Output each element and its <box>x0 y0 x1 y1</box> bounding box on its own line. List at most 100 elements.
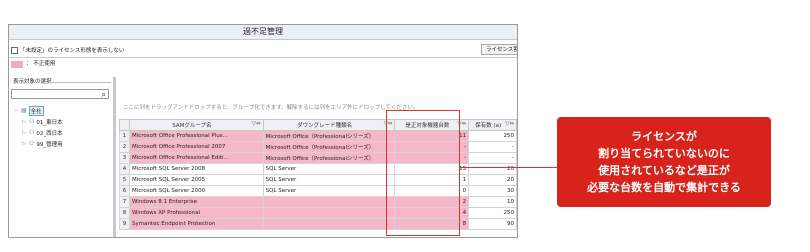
column-header-label: SAMグループ名 <box>172 123 212 129</box>
legend-swatch <box>11 61 23 68</box>
filter-icon[interactable]: ▽⇔ <box>505 121 514 127</box>
divider <box>9 57 517 58</box>
table-row[interactable]: 6 Microsoft SQL Server 2000 SQL Server 0… <box>119 185 517 197</box>
collapse-icon[interactable]: − <box>13 108 19 114</box>
tree-node-all[interactable]: − ▤ 全社 <box>13 105 111 116</box>
window-title: 過不足管理 <box>9 25 517 40</box>
hide-unset-option[interactable]: 「未設定」のライセンス形態を表示しない <box>11 46 124 54</box>
downgrade-cell[interactable]: Microsoft Office（Professionalシリーズ） <box>262 130 396 142</box>
column-header-label: 保有数 (a) <box>475 123 502 129</box>
table-row[interactable]: 5 Microsoft SQL Server 2005 SQL Server 1… <box>119 174 517 186</box>
downgrade-cell[interactable] <box>262 196 396 208</box>
correction-count-cell[interactable]: 4 <box>394 207 470 219</box>
pane-splitter[interactable] <box>113 77 116 237</box>
pane-title: 表示対象の選択 <box>13 79 52 85</box>
column-header-sam-group[interactable]: SAMグループ名 ▽⇔ <box>128 119 264 131</box>
downgrade-cell[interactable]: SQL Server <box>262 174 396 186</box>
tree-node-east[interactable]: ▷ ⚇ 01_東日本 <box>13 116 111 127</box>
filter-icon[interactable]: ▽⇔ <box>384 121 393 127</box>
pane-title-rule <box>49 82 111 83</box>
group-icon: ⚇ <box>29 118 35 125</box>
table-row[interactable]: 7 Windows 8.1 Enterprise 2 10 <box>119 196 517 208</box>
row-number: 4 <box>119 163 130 175</box>
sam-group-cell[interactable]: Microsoft Office Professional 2007 <box>128 141 264 153</box>
tree-node-label: 01_東日本 <box>36 119 63 126</box>
downgrade-cell[interactable] <box>262 218 396 230</box>
downgrade-cell[interactable]: SQL Server <box>262 163 396 175</box>
column-header-label: ダウングレード種類名 <box>297 123 353 129</box>
group-by-hint[interactable]: ここに列をドラッグアンドドロップすると、グループ化できます。解除するには列をエリ… <box>123 103 418 111</box>
row-number: 1 <box>119 130 130 142</box>
sam-group-cell[interactable]: Symantec Endpoint Protection <box>128 218 264 230</box>
downgrade-cell[interactable]: Microsoft Office（Professionalシリーズ） <box>262 152 396 164</box>
owned-cell[interactable]: 10 <box>468 196 517 208</box>
table-row[interactable]: 9 Symantec Endpoint Protection 8 90 <box>119 218 517 230</box>
table-row[interactable]: 3 Microsoft Office Professional Editi… M… <box>119 152 517 164</box>
owned-cell[interactable]: - <box>468 152 517 164</box>
correction-count-cell[interactable]: 11 <box>394 130 470 142</box>
row-number: 5 <box>119 174 130 186</box>
owned-cell[interactable]: 90 <box>468 218 517 230</box>
row-number: 9 <box>119 218 130 230</box>
license-grid: SAMグループ名 ▽⇔ ダウングレード種類名 ▽⇔ 是正対象機器台数 ▽⇔ 保有… <box>119 119 517 230</box>
column-header-downgrade[interactable]: ダウングレード種類名 ▽⇔ <box>262 119 396 131</box>
callout-line: ライセンスが <box>631 130 697 143</box>
hide-unset-label: 「未設定」のライセンス形態を表示しない <box>20 48 125 54</box>
correction-count-cell[interactable]: - <box>394 141 470 153</box>
sam-group-cell[interactable]: Microsoft SQL Server 2000 <box>128 185 264 197</box>
row-number: 7 <box>119 196 130 208</box>
sam-group-cell[interactable]: Windows 8.1 Enterprise <box>128 196 264 208</box>
owned-cell[interactable]: 250 <box>468 207 517 219</box>
group-icon: ⚇ <box>29 140 35 147</box>
legend-label: ： 不正使用 <box>26 61 56 67</box>
license-window: 過不足管理 「未設定」のライセンス形態を表示しない ライセンス割 ： 不正使用 … <box>8 24 518 238</box>
owned-cell[interactable]: 30 <box>468 185 517 197</box>
correction-count-cell[interactable]: 1 <box>394 174 470 186</box>
owned-cell[interactable]: - <box>468 141 517 153</box>
tree-node-west[interactable]: ▷ ⚇ 02_西日本 <box>13 127 111 138</box>
correction-count-cell[interactable]: - <box>394 152 470 164</box>
owned-cell[interactable]: 250 <box>468 130 517 142</box>
filter-icon[interactable]: ▽⇔ <box>457 121 466 127</box>
expand-icon[interactable]: ▷ <box>21 130 27 136</box>
table-row[interactable]: 8 Windows XP Professional 4 250 <box>119 207 517 219</box>
table-row[interactable]: 2 Microsoft Office Professional 2007 Mic… <box>119 141 517 153</box>
row-number: 3 <box>119 152 130 164</box>
table-row[interactable]: 1 Microsoft Office Professional Plus… Mi… <box>119 130 517 142</box>
sam-group-cell[interactable]: Microsoft Office Professional Editi… <box>128 152 264 164</box>
search-icon[interactable]: ⌕ <box>102 90 106 99</box>
correction-count-cell[interactable]: 2 <box>394 196 470 208</box>
correction-count-cell[interactable]: 0 <box>394 185 470 197</box>
tree-node-admin[interactable]: ▷ ⚇ 99_管理用 <box>13 138 111 149</box>
tree-node-label: 02_西日本 <box>36 130 63 137</box>
expand-icon[interactable]: ▷ <box>21 119 27 125</box>
group-icon: ⚇ <box>29 129 35 136</box>
downgrade-cell[interactable]: Microsoft Office（Professionalシリーズ） <box>262 141 396 153</box>
sam-group-cell[interactable]: Microsoft Office Professional Plus… <box>128 130 264 142</box>
callout-line: 割り当てられていないのに <box>598 147 730 160</box>
license-assign-button[interactable]: ライセンス割 <box>481 44 517 55</box>
column-header-owned[interactable]: 保有数 (a) ▽⇔ <box>468 119 517 131</box>
search-input[interactable]: ⌕ <box>11 89 109 99</box>
sam-group-cell[interactable]: Windows XP Professional <box>128 207 264 219</box>
filter-icon[interactable]: ▽⇔ <box>252 121 261 127</box>
expand-icon[interactable]: ▷ <box>21 141 27 147</box>
downgrade-cell[interactable]: SQL Server <box>262 185 396 197</box>
correction-count-cell[interactable]: 15 <box>394 163 470 175</box>
sam-group-cell[interactable]: Microsoft SQL Server 2008 <box>128 163 264 175</box>
tree-node-label: 99_管理用 <box>36 141 63 148</box>
column-header-correction-count[interactable]: 是正対象機器台数 ▽⇔ <box>394 119 470 131</box>
table-row[interactable]: 4 Microsoft SQL Server 2008 SQL Server 1… <box>119 163 517 175</box>
hide-unset-checkbox[interactable] <box>11 46 18 54</box>
downgrade-cell[interactable] <box>262 207 396 219</box>
callout-box: ライセンスが 割り当てられていないのに 使用されているなど是正が 必要な台数を自… <box>557 117 771 207</box>
correction-count-cell[interactable]: 8 <box>394 218 470 230</box>
column-header-label: 是正対象機器台数 <box>405 123 450 129</box>
org-tree: − ▤ 全社 ▷ ⚇ 01_東日本 ▷ ⚇ 02_西日本 ▷ ⚇ 99_管理用 <box>13 105 111 149</box>
owned-cell[interactable]: 20 <box>468 163 517 175</box>
grid-header: SAMグループ名 ▽⇔ ダウングレード種類名 ▽⇔ 是正対象機器台数 ▽⇔ 保有… <box>119 119 517 131</box>
callout-connector <box>460 167 557 168</box>
owned-cell[interactable]: 20 <box>468 174 517 186</box>
sam-group-cell[interactable]: Microsoft SQL Server 2005 <box>128 174 264 186</box>
row-number: 6 <box>119 185 130 197</box>
